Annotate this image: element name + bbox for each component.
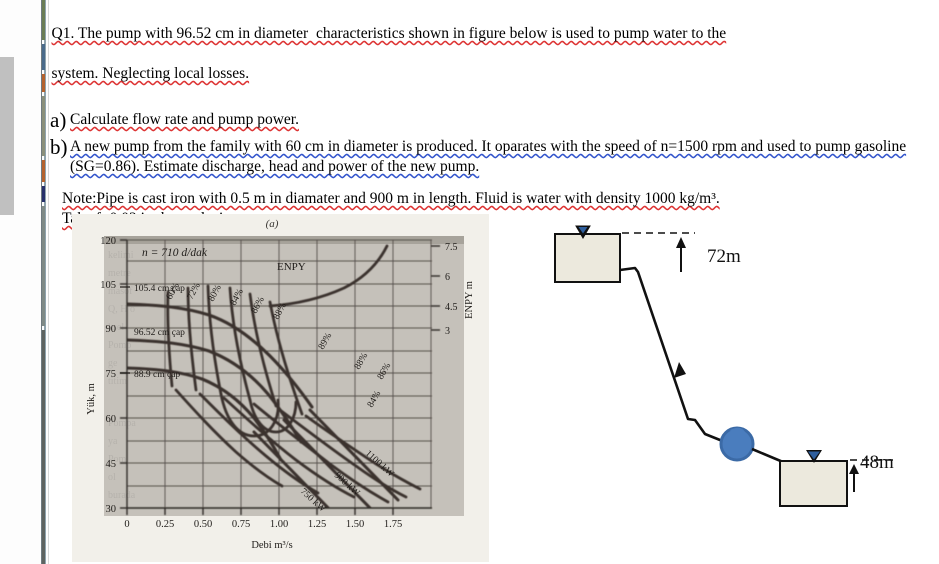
question-stem-line2: system. Neglecting local losses. [52,65,250,82]
x-tick-label: 0.75 [232,519,250,530]
y-tick-label: 45 [106,459,117,470]
y-axis-title: Yük, m [86,383,97,415]
y2-tick-label: 6 [445,272,450,283]
lower-reservoir [779,460,848,507]
x-tick-label: 0.25 [156,519,174,530]
svg-text:ol: ol [108,472,116,483]
y-tick-label: 90 [106,324,117,335]
y-tick-label: 75 [106,369,117,380]
item-b-body: A new pump from the family with 60 cm in… [70,137,916,177]
pipe-line-discharge [751,447,784,464]
note-line1: Note:Pipe is cast iron with 0.5 m in dia… [62,190,720,207]
question-item-b: b) A new pump from the family with 60 cm… [36,137,916,177]
item-a-letter: a) [50,108,67,132]
pump-performance-chart: kelimimetre masofQ, H o kselPomp getitim… [72,214,489,562]
y2-axis-title: ENPY m [464,281,475,319]
stem-line1-text: Q1. The pump with 96.52 cm in diameter c… [51,25,727,42]
lower-head-label: 48m [860,452,894,473]
x-tick-label: 1.25 [308,519,326,530]
x-tick-label: 1.75 [384,519,402,530]
y2-tick-label: 4.5 [445,302,458,313]
figure-caption: (a) [266,218,279,230]
x-tick-label: 0 [124,519,129,530]
upper-reservoir [554,233,621,283]
svg-text:Pomp: Pomp [108,340,131,351]
pump-performance-chart-scan: kelimi metre masof Q, H o ksel Pomp ge titim… [72,214,489,562]
svg-text:burada: burada [108,490,136,501]
vertical-scrollbar-thumb[interactable] [0,57,14,215]
flow-direction-arrow [674,362,686,378]
edge-fleck [42,330,45,564]
y-tick-label: 105 [100,280,116,291]
piping-system-diagram: 72m 48m [540,214,939,514]
question-text-block: Q1. The pump with 96.52 cm in diameter c… [36,4,916,229]
x-tick-label: 1.00 [270,519,288,530]
npsh-label: ENPY [277,261,306,273]
item-b-text: A new pump from the family with 60 cm in… [70,138,907,175]
speed-annotation: n = 710 d/dak [142,247,208,259]
upper-head-dimension [676,237,686,272]
question-stem-line1: Q1. The pump with 96.52 cm in diameter c… [52,25,727,42]
x-tick-label: 1.50 [346,519,364,530]
head-curve-label-9652: 96.52 cm çap [134,328,185,338]
pipe-line [619,266,726,444]
question-item-a: a) Calculate flow rate and pump power. [36,110,916,131]
upper-head-label: 72m [707,246,741,267]
y-tick-label: 60 [106,414,117,425]
y-tick-label: 120 [100,236,116,247]
svg-text:metre: metre [108,268,131,279]
svg-text:kelimi: kelimi [108,250,134,261]
head-curve-label-889: 88.9 cm çap [134,370,180,380]
stem-line2-text: system. Neglecting local losses. [51,65,250,82]
x-tick-label: 0.50 [194,519,212,530]
y2-tick-label: 3 [445,326,450,337]
lower-head-dimension [849,464,859,492]
item-a-text: Calculate flow rate and pump power. [70,111,299,128]
y-tick-label: 30 [106,504,117,515]
item-a-body: Calculate flow rate and pump power. [70,110,916,130]
x-axis-title: Debi m³/s [251,540,292,551]
svg-text:ge: ge [108,358,118,369]
y2-tick-label: 7.5 [445,242,458,253]
question-stem: Q1. The pump with 96.52 cm in diameter c… [36,4,916,104]
item-b-letter: b) [50,135,68,159]
svg-text:ya: ya [108,436,118,447]
